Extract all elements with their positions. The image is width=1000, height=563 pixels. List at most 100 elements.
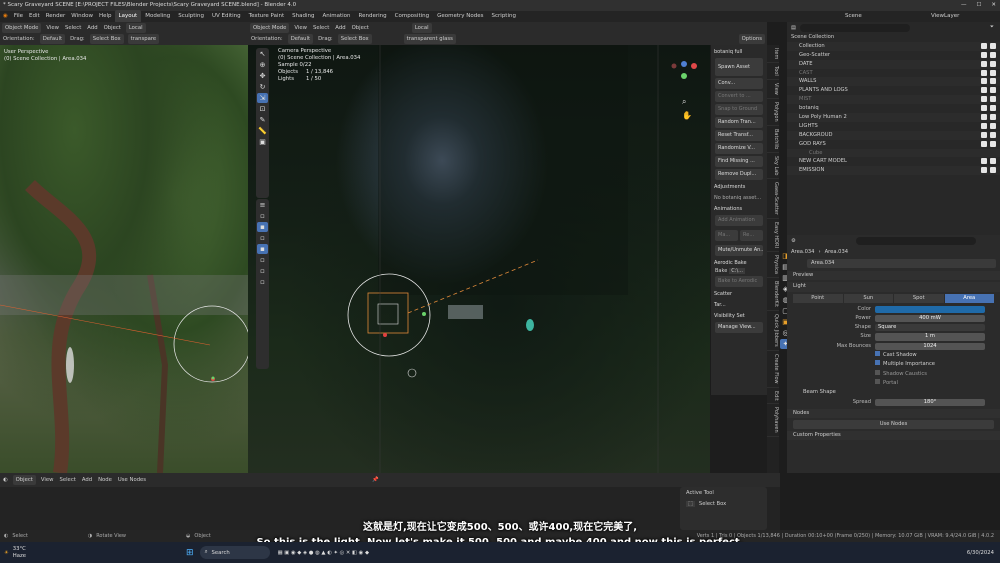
outliner-funnel-icon[interactable]: ⏷ [990, 24, 994, 31]
outliner-item-date[interactable]: DATE [787, 59, 1000, 69]
tab-easy-hdri[interactable]: Easy HDRI [767, 219, 779, 253]
active-tool-header[interactable]: Active Tool [680, 487, 767, 499]
tab-blenderkit[interactable]: BlenderKit [767, 278, 779, 312]
menu-render[interactable]: Render [43, 11, 69, 22]
outliner-item-mist[interactable]: MIST [787, 95, 1000, 105]
bake-to-aerodic-button[interactable]: Bake to Aerodic [715, 276, 763, 287]
tab-polyhaven[interactable]: Polyhaven [767, 404, 779, 437]
snap-to-ground-button[interactable]: Snap to Ground [715, 104, 763, 115]
collapse-icon[interactable]: ≡ [257, 200, 268, 210]
outliner-item-lights[interactable]: LIGHTS [787, 122, 1000, 131]
light-type-point[interactable]: Point [793, 293, 843, 303]
taskbar-apps-icon[interactable]: ▦ ▣ ◉ ◆ ◈ ● ◍ ▲ ◐ ✦ ◎ ✕ ◧ ◉ ◆ [278, 550, 370, 556]
outliner-item-cube[interactable]: Cube [787, 148, 1000, 158]
blender-logo-icon[interactable]: ◉ [0, 11, 11, 22]
shape-select[interactable]: Square [875, 324, 985, 332]
weather-icon[interactable]: ☀ [0, 550, 13, 556]
select-box-icon[interactable]: ⬚ [686, 501, 695, 507]
weather-widget[interactable]: 33°C Haze [13, 546, 26, 560]
menu-file[interactable]: File [11, 11, 26, 22]
transform-icon[interactable]: ⊡ [257, 104, 268, 114]
random-transform-button[interactable]: Random Tran... [715, 117, 763, 128]
manage-view-button[interactable]: Manage View... [715, 322, 763, 333]
find-missing-button[interactable]: Find Missing ... [715, 156, 763, 167]
tab-tool[interactable]: Tool [767, 63, 779, 81]
animations-header[interactable]: Animations [714, 205, 764, 213]
light-type-sun[interactable]: Sun [843, 293, 893, 303]
tool-icon-e[interactable]: ▫ [257, 255, 268, 265]
max-bounces-field[interactable]: 1024 [875, 342, 985, 351]
left-orientation-local[interactable]: Local [125, 23, 146, 33]
cursor-3d-icon[interactable]: ⊕ [257, 60, 268, 70]
tab-item[interactable]: Item [767, 45, 779, 64]
light-type-area[interactable]: Area [944, 293, 994, 303]
cast-shadow-row[interactable]: Cast Shadow [787, 351, 1000, 360]
pin-icon[interactable]: 📌 [369, 474, 382, 486]
options-button[interactable]: Options [738, 34, 765, 44]
maximize-icon[interactable]: ☐ [976, 0, 981, 11]
spawn-asset-button[interactable]: Spawn Asset [715, 58, 763, 76]
left-material-field[interactable]: transpare [127, 34, 160, 44]
spread-field[interactable]: 180° [875, 398, 985, 406]
outliner-item-cast[interactable]: CAST [787, 69, 1000, 78]
scene-selector[interactable]: Scene [842, 11, 865, 22]
outliner-item-new-cart-model[interactable]: NEW CART MODEL [787, 157, 1000, 166]
use-nodes-button[interactable]: Use Nodes [793, 420, 994, 430]
left-viewport[interactable]: User Perspective (0) Scene Collection | … [0, 45, 248, 473]
menu-edit[interactable]: Edit [26, 11, 43, 22]
editor-type-icon[interactable]: ◐ [0, 474, 11, 486]
outliner-item-backgroud[interactable]: BACKGROUD [787, 130, 1000, 140]
beam-shape-header[interactable]: Beam Shape [787, 388, 1000, 397]
menu-window[interactable]: Window [68, 11, 96, 22]
use-nodes-toggle[interactable]: Use Nodes [115, 474, 149, 486]
left-drag-select[interactable]: Select Box [89, 34, 124, 44]
outliner-item-geo-scatter[interactable]: Geo-Scatter [787, 51, 1000, 60]
tab-physica[interactable]: Physica [767, 252, 779, 279]
tab-polygon[interactable]: Polygon [767, 99, 779, 126]
select-cursor-icon[interactable]: ↖ [257, 49, 268, 59]
tool-icon-g[interactable]: ▫ [257, 277, 268, 287]
botaniq-panel-title[interactable]: botaniq full [714, 48, 764, 56]
portal-checkbox[interactable] [875, 378, 880, 384]
node-menu-node[interactable]: Node [95, 474, 115, 486]
shader-type-select[interactable]: Object [12, 475, 36, 485]
outliner-filter-icon[interactable]: ▤ [791, 25, 796, 31]
windows-start-icon[interactable]: ⊞ [186, 548, 194, 558]
outliner-item-walls[interactable]: WALLS [787, 77, 1000, 87]
outliner-item-god-rays[interactable]: GOD RAYS [787, 140, 1000, 149]
tool-icon-f[interactable]: ▫ [257, 266, 268, 276]
cast-shadow-checkbox[interactable] [875, 351, 880, 357]
scatter-header[interactable]: Scatter [714, 290, 764, 298]
shadow-caustics-row[interactable]: Shadow Caustics [787, 369, 1000, 379]
light-color-swatch[interactable] [875, 305, 985, 313]
light-panel-header[interactable]: Light [787, 282, 1000, 292]
light-name-field[interactable]: Area.034 [807, 259, 996, 268]
light-type-spot[interactable]: Spot [894, 293, 944, 303]
menu-help[interactable]: Help [96, 11, 115, 22]
outliner-item-botaniq[interactable]: botaniq [787, 104, 1000, 113]
tab-view[interactable]: View [767, 80, 779, 99]
scale-icon[interactable]: ⇲ [257, 93, 268, 103]
properties-search-input[interactable] [855, 236, 976, 245]
close-icon[interactable]: ✕ [991, 0, 996, 11]
portal-row[interactable]: Portal [787, 378, 1000, 388]
outliner-item-emission[interactable]: EMISSION [787, 166, 1000, 176]
adjustments-header[interactable]: Adjustments [714, 183, 764, 191]
size-field[interactable]: 1 m [875, 333, 985, 341]
tab-geo-scatter[interactable]: Gaea-Scatter [767, 179, 779, 220]
tab-sky-lab[interactable]: Sky Lab [767, 153, 779, 180]
convert-to-button[interactable]: Convert to ... [715, 91, 763, 102]
main-mode-select[interactable]: Object Mode [250, 23, 290, 33]
preview-panel-header[interactable]: Preview [787, 271, 1000, 281]
add-animation-button[interactable]: Add Animation [715, 215, 763, 226]
properties-editor-icon[interactable]: ⚙ [791, 238, 796, 244]
add-cube-icon[interactable]: ▣ [257, 137, 268, 147]
annotate-icon[interactable]: ✎ [257, 115, 268, 125]
view-layer-selector[interactable]: ViewLayer [928, 11, 962, 22]
bake-path-field[interactable]: C:\... [729, 268, 745, 274]
outliner-search-input[interactable] [799, 23, 910, 32]
tool-icon-c[interactable]: ▫ [257, 233, 268, 243]
outliner-item-plants-and-logs[interactable]: PLANTS AND LOGS [787, 86, 1000, 95]
navigation-gizmo[interactable]: ⌕ ✋ [670, 50, 706, 130]
main-orientation-local[interactable]: Local [411, 23, 432, 33]
